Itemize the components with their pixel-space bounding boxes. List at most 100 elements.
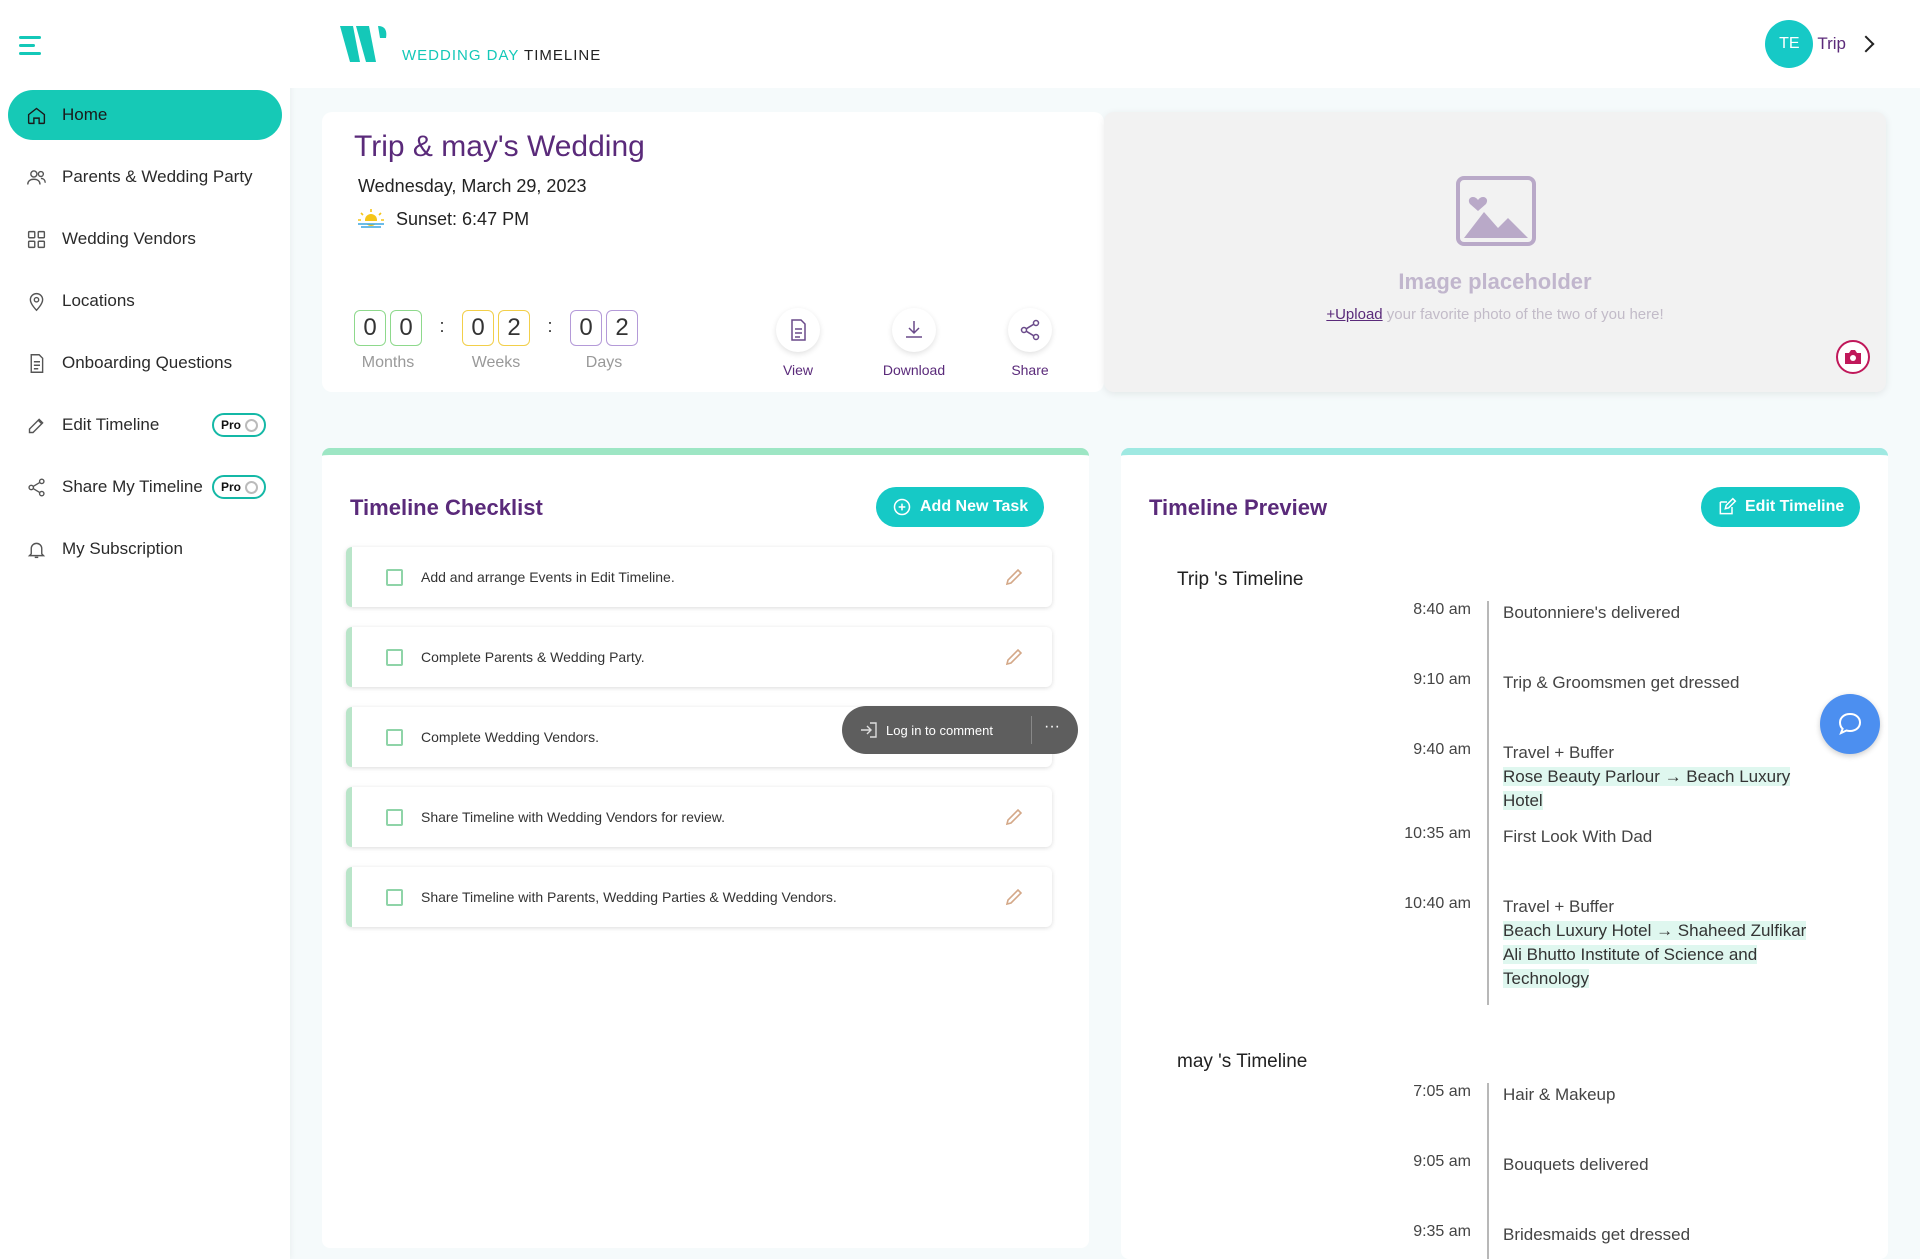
image-placeholder-title: Image placeholder: [1398, 269, 1592, 294]
task-label: Share Timeline with Parents, Wedding Par…: [421, 889, 837, 905]
digit: 0: [570, 310, 602, 346]
pencil-icon[interactable]: [1004, 647, 1024, 667]
hamburger-menu-icon[interactable]: [19, 36, 43, 56]
event-time: 9:35 am: [1413, 1223, 1471, 1240]
share-button[interactable]: Share: [972, 308, 1088, 378]
app-logo[interactable]: WEDDING DAY TIMELINE: [338, 24, 601, 64]
countdown-label: Days: [585, 354, 623, 371]
digit: 0: [462, 310, 494, 346]
timeline-section-title: may 's Timeline: [1177, 1051, 1308, 1072]
timeline-event: 9:35 am Bridesmaids get dressed: [1121, 1223, 1888, 1259]
task-checkbox[interactable]: [386, 568, 403, 586]
sidebar-item-label: Share My Timeline: [62, 477, 203, 496]
task-checkbox[interactable]: [386, 728, 403, 746]
comment-toolbar[interactable]: Log in to comment ···: [842, 706, 1078, 754]
add-new-task-button[interactable]: Add New Task: [876, 487, 1045, 527]
pencil-icon[interactable]: [1004, 887, 1024, 907]
user-menu[interactable]: TE Trip: [1765, 20, 1875, 68]
timeline-event: 7:05 am Hair & Makeup: [1121, 1083, 1888, 1153]
countdown-weeks: 02 Weeks: [462, 310, 530, 372]
sidebar-item-wedding-vendors[interactable]: Wedding Vendors: [8, 214, 282, 264]
user-name[interactable]: Trip: [1817, 34, 1846, 54]
event-title: Travel + Buffer: [1503, 743, 1615, 762]
task-label: Add and arrange Events in Edit Timeline.: [421, 569, 675, 585]
download-button[interactable]: Download: [856, 308, 972, 378]
timeline-event: 8:40 am Boutonniere's delivered: [1121, 601, 1888, 671]
view-button[interactable]: View: [740, 308, 856, 378]
upload-link[interactable]: +Upload: [1326, 306, 1382, 323]
digit: 0: [354, 310, 386, 346]
page-title: Trip & may's Wedding: [354, 130, 645, 163]
timeline-preview-card: Timeline Preview Edit Timeline Trip 's T…: [1121, 448, 1888, 1259]
event-title: Travel + Buffer: [1503, 897, 1615, 916]
timeline-event: 9:05 am Bouquets delivered: [1121, 1153, 1888, 1223]
more-options-icon[interactable]: ···: [1044, 718, 1060, 736]
document-icon: [24, 351, 48, 375]
ring-icon: [245, 418, 259, 432]
divider: [1031, 716, 1032, 744]
sidebar-item-parents-wedding-party[interactable]: Parents & Wedding Party: [8, 152, 282, 202]
add-new-task-label: Add New Task: [920, 498, 1029, 515]
event-route: Rose Beauty Parlour → Beach Luxury Hotel: [1503, 767, 1791, 810]
event-time: 7:05 am: [1413, 1083, 1471, 1100]
event-route: Beach Luxury Hotel → Shaheed Zulfikar Al…: [1503, 921, 1807, 988]
chat-button[interactable]: [1820, 694, 1880, 754]
event-title: Boutonniere's delivered: [1503, 603, 1681, 622]
sidebar-item-share-my-timeline[interactable]: Share My Timeline Pro: [8, 462, 282, 512]
list-item: Share Timeline with Parents, Wedding Par…: [346, 867, 1052, 927]
digit: 0: [390, 310, 422, 346]
event-time: 9:10 am: [1413, 671, 1471, 688]
countdown: 00 Months : 02 Weeks : 02 Days: [354, 310, 638, 372]
edit-timeline-button[interactable]: Edit Timeline: [1701, 487, 1861, 527]
grid-icon: [24, 227, 48, 251]
edit-icon: [1719, 497, 1737, 515]
camera-button[interactable]: [1836, 340, 1870, 374]
home-icon: [24, 103, 48, 127]
upload-hint-text: your favorite photo of the two of you he…: [1382, 306, 1664, 323]
event-time: 9:40 am: [1413, 741, 1471, 758]
couple-photo-placeholder: Image placeholder +Upload your favorite …: [1104, 112, 1886, 392]
task-checkbox[interactable]: [386, 888, 403, 906]
pencil-icon[interactable]: [1004, 807, 1024, 827]
sidebar-item-edit-timeline[interactable]: Edit Timeline Pro: [8, 400, 282, 450]
image-icon: [1456, 176, 1536, 246]
upload-hint: +Upload your favorite photo of the two o…: [1104, 306, 1886, 323]
timeline-event: 10:35 am First Look With Dad: [1121, 825, 1888, 895]
edit-icon: [24, 413, 48, 437]
log-in-to-comment[interactable]: Log in to comment: [886, 723, 993, 738]
pencil-icon[interactable]: [1004, 567, 1024, 587]
preview-title: Timeline Preview: [1149, 495, 1328, 520]
timeline-event: 9:10 am Trip & Groomsmen get dressed: [1121, 671, 1888, 741]
sidebar-item-locations[interactable]: Locations: [8, 276, 282, 326]
event-title: Bouquets delivered: [1503, 1155, 1649, 1174]
event-title: Trip & Groomsmen get dressed: [1503, 673, 1740, 692]
view-label: View: [782, 362, 814, 378]
login-icon: [861, 722, 877, 738]
sidebar: Home Parents & Wedding Party Wedding Ven…: [0, 0, 290, 1259]
task-label: Complete Parents & Wedding Party.: [421, 649, 645, 665]
sidebar-item-label: Home: [62, 105, 108, 124]
countdown-days: 02 Days: [570, 310, 638, 372]
sunset-text: Sunset: 6:47 PM: [396, 208, 530, 229]
users-icon: [24, 165, 48, 189]
chevron-right-icon[interactable]: [1857, 35, 1875, 53]
download-label: Download: [882, 362, 946, 378]
avatar[interactable]: TE: [1765, 20, 1814, 68]
timeline-actions: View Download Share: [740, 308, 1088, 378]
digit: 2: [606, 310, 638, 346]
countdown-months: 00 Months: [354, 310, 422, 372]
list-item: Add and arrange Events in Edit Timeline.: [346, 547, 1052, 607]
task-checkbox[interactable]: [386, 808, 403, 826]
logo-text: WEDDING DAY TIMELINE: [402, 47, 601, 64]
logo-text-part1: WEDDING DAY: [402, 47, 520, 64]
task-checkbox[interactable]: [386, 648, 403, 666]
ring-icon: [245, 480, 259, 494]
countdown-label: Months: [361, 354, 415, 371]
sidebar-item-home[interactable]: Home: [8, 90, 282, 140]
sidebar-item-onboarding-questions[interactable]: Onboarding Questions: [8, 338, 282, 388]
sidebar-item-label: Parents & Wedding Party: [62, 167, 253, 186]
wedding-summary-card: Trip & may's Wedding Wednesday, March 29…: [322, 112, 1104, 392]
countdown-separator: :: [439, 316, 445, 336]
sidebar-item-my-subscription[interactable]: My Subscription: [8, 524, 282, 574]
pro-badge: Pro: [212, 475, 266, 499]
